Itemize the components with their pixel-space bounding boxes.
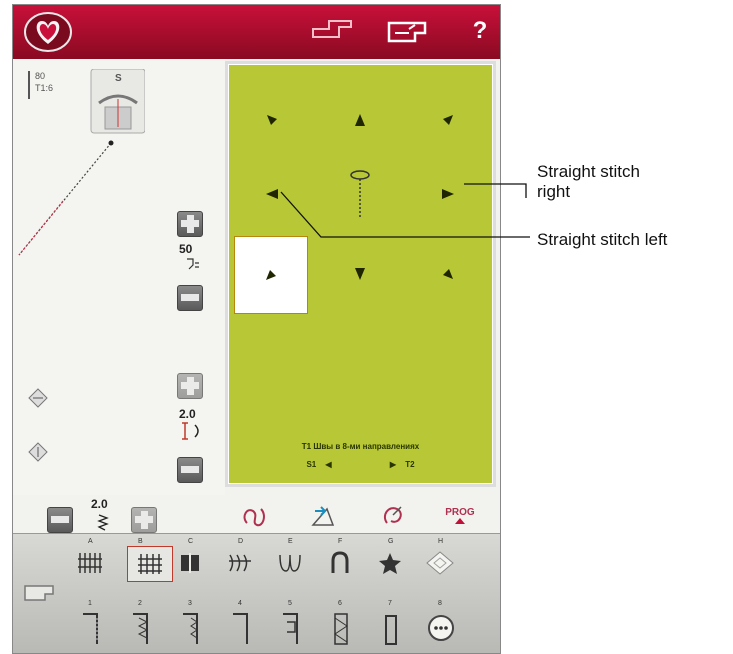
- callout-straight-stitch-left: Straight stitch left: [537, 230, 668, 249]
- direction-up[interactable]: [330, 90, 390, 150]
- sewing-machine-icon[interactable]: [385, 15, 431, 52]
- category-letter-g: G: [388, 538, 394, 545]
- directional-stitch-panel: T1 Швы в 8-ми направлениях S1 ◀ ▶ T2: [225, 61, 496, 487]
- width-plus-button[interactable]: [131, 507, 157, 533]
- direction-down[interactable]: [330, 244, 390, 304]
- straight-stitch-left-button[interactable]: [242, 164, 302, 224]
- stitch-caption: T1 Швы в 8-ми направлениях: [301, 442, 420, 451]
- stitch-6-icon[interactable]: [329, 610, 353, 646]
- next-arrow-icon[interactable]: ▶: [383, 460, 403, 469]
- length-minus-button[interactable]: [177, 457, 203, 483]
- foot-letter: S: [115, 73, 122, 84]
- length-plus-button[interactable]: [177, 373, 203, 399]
- free-motion-icon[interactable]: [309, 15, 355, 50]
- presser-foot-panel[interactable]: 80 T1:6 S: [25, 69, 145, 135]
- callout-straight-stitch-right: Straight stitch right: [537, 162, 640, 202]
- prog-label: PROG: [445, 507, 475, 518]
- prog-button[interactable]: PROG: [437, 507, 483, 527]
- stitch-width-value: 2.0: [91, 497, 108, 511]
- category-letter-f: F: [338, 538, 343, 545]
- stitch-3-icon[interactable]: [179, 610, 203, 646]
- tension-value: 50: [179, 242, 193, 256]
- category-f-icon[interactable]: [325, 548, 355, 578]
- category-g-icon[interactable]: [375, 548, 405, 578]
- edit-stitch-icon[interactable]: [309, 501, 339, 531]
- stitch-number-1: 1: [88, 600, 92, 607]
- category-letter-c: C: [188, 538, 194, 545]
- help-button[interactable]: ?: [468, 15, 492, 47]
- tension-icon: [187, 258, 199, 270]
- selection-menu: A B C D E F G H 1 2 3 4 5 6 7 8: [13, 533, 500, 653]
- stitch-number-8: 8: [438, 600, 442, 607]
- stitch-number-5: 5: [288, 600, 292, 607]
- category-b-icon-selected[interactable]: [127, 546, 173, 582]
- stitch-7-icon[interactable]: [379, 610, 403, 646]
- thread-label: T1:6: [35, 83, 54, 93]
- mirror-side-icon[interactable]: [27, 387, 49, 409]
- callout-right-line1: Straight stitch: [537, 162, 640, 181]
- direction-up-left[interactable]: [242, 90, 302, 150]
- stitch-2-icon[interactable]: [129, 610, 153, 646]
- tension-plus-button[interactable]: [177, 211, 203, 237]
- callout-right-line2: right: [537, 182, 571, 201]
- direction-down-right[interactable]: [418, 244, 478, 304]
- straight-stitch-right-button[interactable]: [418, 164, 478, 224]
- category-letter-a: A: [88, 538, 93, 545]
- tie-off-icon[interactable]: [379, 501, 409, 531]
- direction-up-right[interactable]: [418, 90, 478, 150]
- prev-stitch-label: S1: [306, 460, 317, 469]
- stitch-number-7: 7: [388, 600, 392, 607]
- mirror-end-icon[interactable]: [27, 441, 49, 463]
- top-bar: ?: [13, 5, 500, 59]
- heart-menu-icon[interactable]: [23, 11, 73, 53]
- category-letter-d: D: [238, 538, 244, 545]
- stitch-4-icon[interactable]: [229, 610, 253, 646]
- stitch-navigation: S1 ◀ ▶ T2: [228, 460, 493, 469]
- stitch-5-icon[interactable]: [279, 610, 303, 646]
- stitch-width-icon: [97, 514, 109, 531]
- needle-label: 80: [35, 71, 46, 81]
- category-letter-b: B: [138, 538, 143, 545]
- machine-mode-icon[interactable]: [23, 580, 57, 604]
- stitch-number-3: 3: [188, 600, 192, 607]
- category-e-icon[interactable]: [275, 548, 305, 578]
- category-letter-e: E: [288, 538, 293, 545]
- stitch-number-4: 4: [238, 600, 242, 607]
- stitch-number-6: 6: [338, 600, 342, 607]
- stitch-length-value: 2.0: [179, 407, 196, 421]
- prog-arrow-icon: [455, 518, 465, 524]
- next-stitch-label: T2: [405, 460, 415, 469]
- stitch-number-2: 2: [138, 600, 142, 607]
- category-a-icon[interactable]: [75, 548, 105, 578]
- category-c-icon[interactable]: [175, 548, 205, 578]
- category-h-icon[interactable]: [425, 548, 455, 578]
- left-settings-area: 80 T1:6 S 50 2.0: [13, 59, 225, 495]
- width-minus-button[interactable]: [47, 507, 73, 533]
- direction-down-left-selected[interactable]: [234, 236, 308, 314]
- straight-stitch-center-icon: [330, 164, 390, 224]
- category-letter-h: H: [438, 538, 444, 545]
- sewing-machine-screen: ? 80 T1:6 S 50 2.0 T1 Швы в 8-ми направл…: [12, 4, 501, 654]
- category-d-icon[interactable]: [225, 548, 255, 578]
- more-options-icon[interactable]: [427, 614, 455, 642]
- stitch-options-icon[interactable]: [239, 501, 269, 531]
- stitch-1-icon[interactable]: [79, 610, 103, 646]
- stitch-length-icon: [182, 422, 199, 440]
- secondary-toolbar: 2.0 PROG: [13, 497, 500, 533]
- tension-minus-button[interactable]: [177, 285, 203, 311]
- prev-arrow-icon[interactable]: ◀: [318, 460, 338, 469]
